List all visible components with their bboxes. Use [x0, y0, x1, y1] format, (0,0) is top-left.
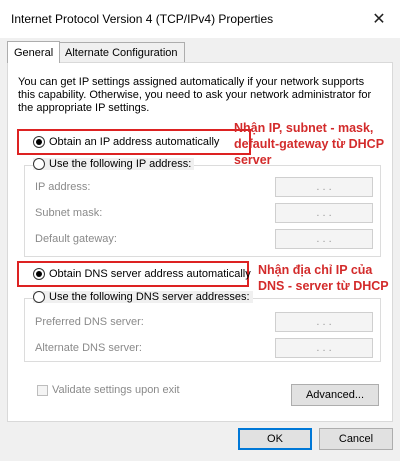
window-title: Internet Protocol Version 4 (TCP/IPv4) P…	[11, 12, 274, 26]
alternate-dns-input[interactable]: . . .	[275, 338, 373, 358]
validate-label: Validate settings upon exit	[52, 384, 180, 396]
radio-label: Use the following DNS server addresses:	[49, 291, 250, 303]
title-bar: Internet Protocol Version 4 (TCP/IPv4) P…	[0, 0, 400, 38]
radio-checked-icon	[33, 136, 45, 148]
advanced-button[interactable]: Advanced...	[291, 384, 379, 406]
radio-unchecked-icon	[33, 158, 45, 170]
radio-obtain-ip-auto[interactable]: Obtain an IP address automatically	[33, 136, 219, 148]
radio-use-following-dns[interactable]: Use the following DNS server addresses:	[33, 291, 253, 303]
tab-general[interactable]: General	[7, 41, 61, 63]
ip-address-input[interactable]: . . .	[275, 177, 373, 197]
preferred-dns-input[interactable]: . . .	[275, 312, 373, 332]
cancel-button[interactable]: Cancel	[319, 428, 393, 450]
annotation-dns: Nhận địa chỉ IP của DNS - server từ DHCP	[258, 263, 389, 293]
default-gateway-label: Default gateway:	[35, 233, 117, 245]
preferred-dns-label: Preferred DNS server:	[35, 316, 144, 328]
description-text: You can get IP settings assigned automat…	[18, 76, 372, 114]
radio-obtain-dns-auto[interactable]: Obtain DNS server address automatically	[33, 268, 251, 280]
radio-use-following-ip[interactable]: Use the following IP address:	[33, 158, 195, 170]
default-gateway-input[interactable]: . . .	[275, 229, 373, 249]
ip-address-label: IP address:	[35, 181, 91, 193]
alternate-dns-label: Alternate DNS server:	[35, 342, 142, 354]
annotation-ip: Nhận IP, subnet - mask, default-gateway …	[234, 121, 384, 167]
subnet-mask-label: Subnet mask:	[35, 207, 103, 219]
radio-label: Obtain DNS server address automatically	[49, 268, 251, 280]
radio-checked-icon	[33, 268, 45, 280]
validate-checkbox[interactable]	[37, 384, 48, 396]
subnet-mask-input[interactable]: . . .	[275, 203, 373, 223]
radio-label: Use the following IP address:	[49, 158, 192, 170]
close-icon[interactable]: ✕	[364, 6, 394, 32]
tab-alternate-configuration[interactable]: Alternate Configuration	[58, 42, 185, 62]
ok-button[interactable]: OK	[238, 428, 312, 450]
validate-checkbox-row[interactable]: Validate settings upon exit	[37, 384, 180, 396]
radio-unchecked-icon	[33, 291, 45, 303]
radio-label: Obtain an IP address automatically	[49, 136, 220, 148]
dialog-client: General Alternate Configuration You can …	[0, 38, 400, 461]
